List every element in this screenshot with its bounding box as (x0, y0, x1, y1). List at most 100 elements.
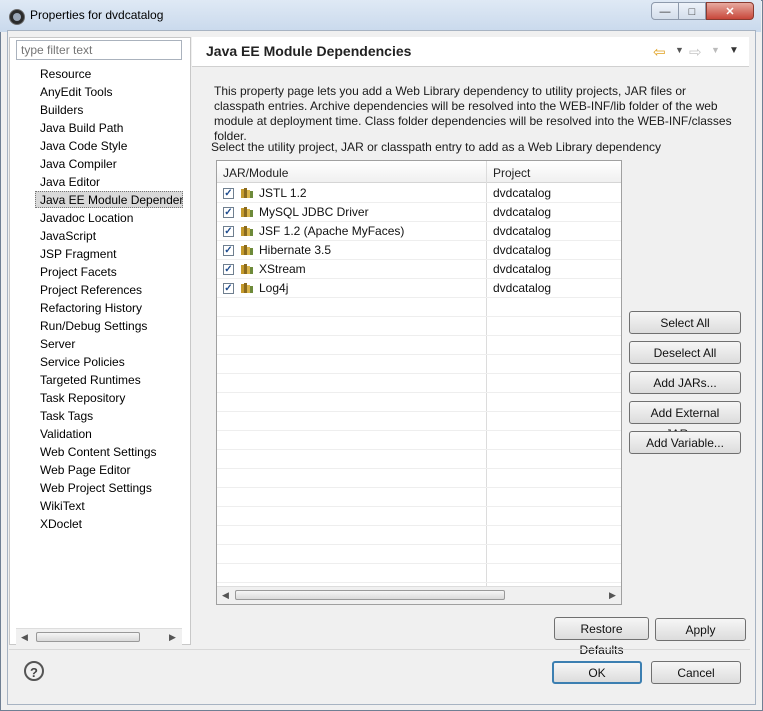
nav-item[interactable]: Validation (40, 426, 183, 442)
row-gridline (217, 449, 621, 450)
cell-project: dvdcatalog (493, 243, 552, 257)
column-header-jar-module[interactable]: JAR/Module (223, 166, 288, 180)
scroll-right-arrow-icon[interactable]: ▶ (609, 590, 616, 601)
row-checkbox[interactable]: ✓ (223, 264, 234, 275)
cell-project: dvdcatalog (493, 262, 552, 276)
back-arrow-icon[interactable]: ⇦ (653, 43, 666, 61)
select-instruction-label: Select the utility project, JAR or class… (211, 140, 662, 154)
add-variable-button[interactable]: Add Variable... (629, 431, 741, 454)
nav-item[interactable]: JSP Fragment (40, 246, 183, 262)
row-gridline (217, 316, 621, 317)
nav-item[interactable]: Web Content Settings (40, 444, 183, 460)
library-jar-icon (241, 283, 253, 293)
cell-jar-module: JSTL 1.2 (259, 186, 307, 200)
nav-item[interactable]: Project Facets (40, 264, 183, 280)
close-window-button[interactable]: ✕ (706, 2, 754, 20)
nav-item[interactable]: Refactoring History (40, 300, 183, 316)
row-gridline (217, 335, 621, 336)
row-gridline (217, 563, 621, 564)
ok-button[interactable]: OK (552, 661, 642, 684)
nav-item[interactable]: Task Repository (40, 390, 183, 406)
row-checkbox[interactable]: ✓ (223, 207, 234, 218)
eclipse-app-icon (9, 9, 25, 25)
page-title: Java EE Module Dependencies (206, 43, 412, 59)
nav-item[interactable]: Service Policies (40, 354, 183, 370)
back-dropdown-icon[interactable]: ▼ (675, 45, 684, 55)
cell-project: dvdcatalog (493, 205, 552, 219)
nav-item[interactable]: Web Page Editor (40, 462, 183, 478)
row-gridline (217, 506, 621, 507)
restore-defaults-button[interactable]: Restore Defaults (554, 617, 649, 657)
forward-dropdown-icon[interactable]: ▼ (711, 45, 720, 55)
row-gridline (217, 430, 621, 431)
apply-button[interactable]: Apply (655, 618, 746, 641)
help-icon[interactable]: ? (24, 661, 44, 681)
filter-input[interactable] (16, 40, 182, 60)
forward-arrow-icon[interactable]: ⇨ (689, 43, 702, 61)
window-title: Properties for dvdcatalog (30, 8, 164, 22)
cell-jar-module: XStream (259, 262, 306, 276)
cell-jar-module: Log4j (259, 281, 289, 295)
scroll-left-arrow-icon[interactable]: ◀ (21, 632, 28, 643)
library-jar-icon (241, 264, 253, 274)
tree-horizontal-scrollbar[interactable]: ◀ ▶ (16, 628, 182, 645)
scroll-thumb[interactable] (235, 590, 505, 600)
cell-project: dvdcatalog (493, 281, 552, 295)
row-gridline (217, 544, 621, 545)
row-gridline (217, 411, 621, 412)
nav-item[interactable]: WikiText (40, 498, 183, 514)
table-horizontal-scrollbar[interactable]: ◀ ▶ (217, 586, 621, 604)
row-checkbox[interactable]: ✓ (223, 188, 234, 199)
nav-item[interactable]: JavaScript (40, 228, 183, 244)
library-jar-icon (241, 245, 253, 255)
row-gridline (217, 487, 621, 488)
cancel-button[interactable]: Cancel (651, 661, 741, 684)
row-gridline (217, 392, 621, 393)
row-checkbox[interactable]: ✓ (223, 245, 234, 256)
nav-item[interactable]: Java Compiler (40, 156, 183, 172)
nav-item[interactable]: Targeted Runtimes (40, 372, 183, 388)
nav-item[interactable]: Server (40, 336, 183, 352)
nav-item[interactable]: Run/Debug Settings (40, 318, 183, 334)
scroll-thumb[interactable] (36, 632, 140, 642)
nav-item[interactable]: Builders (40, 102, 183, 118)
nav-item[interactable]: Javadoc Location (40, 210, 183, 226)
cell-jar-module: MySQL JDBC Driver (259, 205, 369, 219)
library-jar-icon (241, 207, 253, 217)
nav-item[interactable]: Java EE Module Dependencies (40, 192, 183, 208)
deselect-all-button[interactable]: Deselect All (629, 341, 741, 364)
minimize-button[interactable]: — (651, 2, 679, 20)
maximize-button[interactable]: □ (678, 2, 706, 20)
row-gridline (217, 354, 621, 355)
nav-item[interactable]: Java Editor (40, 174, 183, 190)
page-description: This property page lets you add a Web Li… (214, 84, 732, 143)
nav-item[interactable]: AnyEdit Tools (40, 84, 183, 100)
scroll-left-arrow-icon[interactable]: ◀ (222, 590, 229, 601)
row-checkbox[interactable]: ✓ (223, 283, 234, 294)
library-jar-icon (241, 226, 253, 236)
cell-project: dvdcatalog (493, 224, 552, 238)
cell-jar-module: Hibernate 3.5 (259, 243, 332, 257)
row-gridline (217, 582, 621, 583)
nav-item[interactable]: Task Tags (40, 408, 183, 424)
nav-item[interactable]: Java Build Path (40, 120, 183, 136)
nav-item[interactable]: Java Code Style (40, 138, 183, 154)
column-header-project[interactable]: Project (493, 166, 530, 180)
row-gridline (217, 373, 621, 374)
select-all-button[interactable]: Select All (629, 311, 741, 334)
add-jars-button[interactable]: Add JARs... (629, 371, 741, 394)
cell-jar-module: JSF 1.2 (Apache MyFaces) (259, 224, 405, 238)
nav-item[interactable]: Project References (40, 282, 183, 298)
row-gridline (217, 468, 621, 469)
row-gridline (217, 525, 621, 526)
nav-item[interactable]: Resource (40, 66, 183, 82)
nav-item[interactable]: Web Project Settings (40, 480, 183, 496)
row-checkbox[interactable]: ✓ (223, 226, 234, 237)
library-jar-icon (241, 188, 253, 198)
nav-item[interactable]: XDoclet (40, 516, 183, 532)
add-external-jars-button[interactable]: Add External JARs... (629, 401, 741, 441)
divider (9, 649, 750, 650)
view-menu-icon[interactable]: ▼ (729, 45, 739, 56)
scroll-right-arrow-icon[interactable]: ▶ (169, 632, 176, 643)
cell-project: dvdcatalog (493, 186, 552, 200)
